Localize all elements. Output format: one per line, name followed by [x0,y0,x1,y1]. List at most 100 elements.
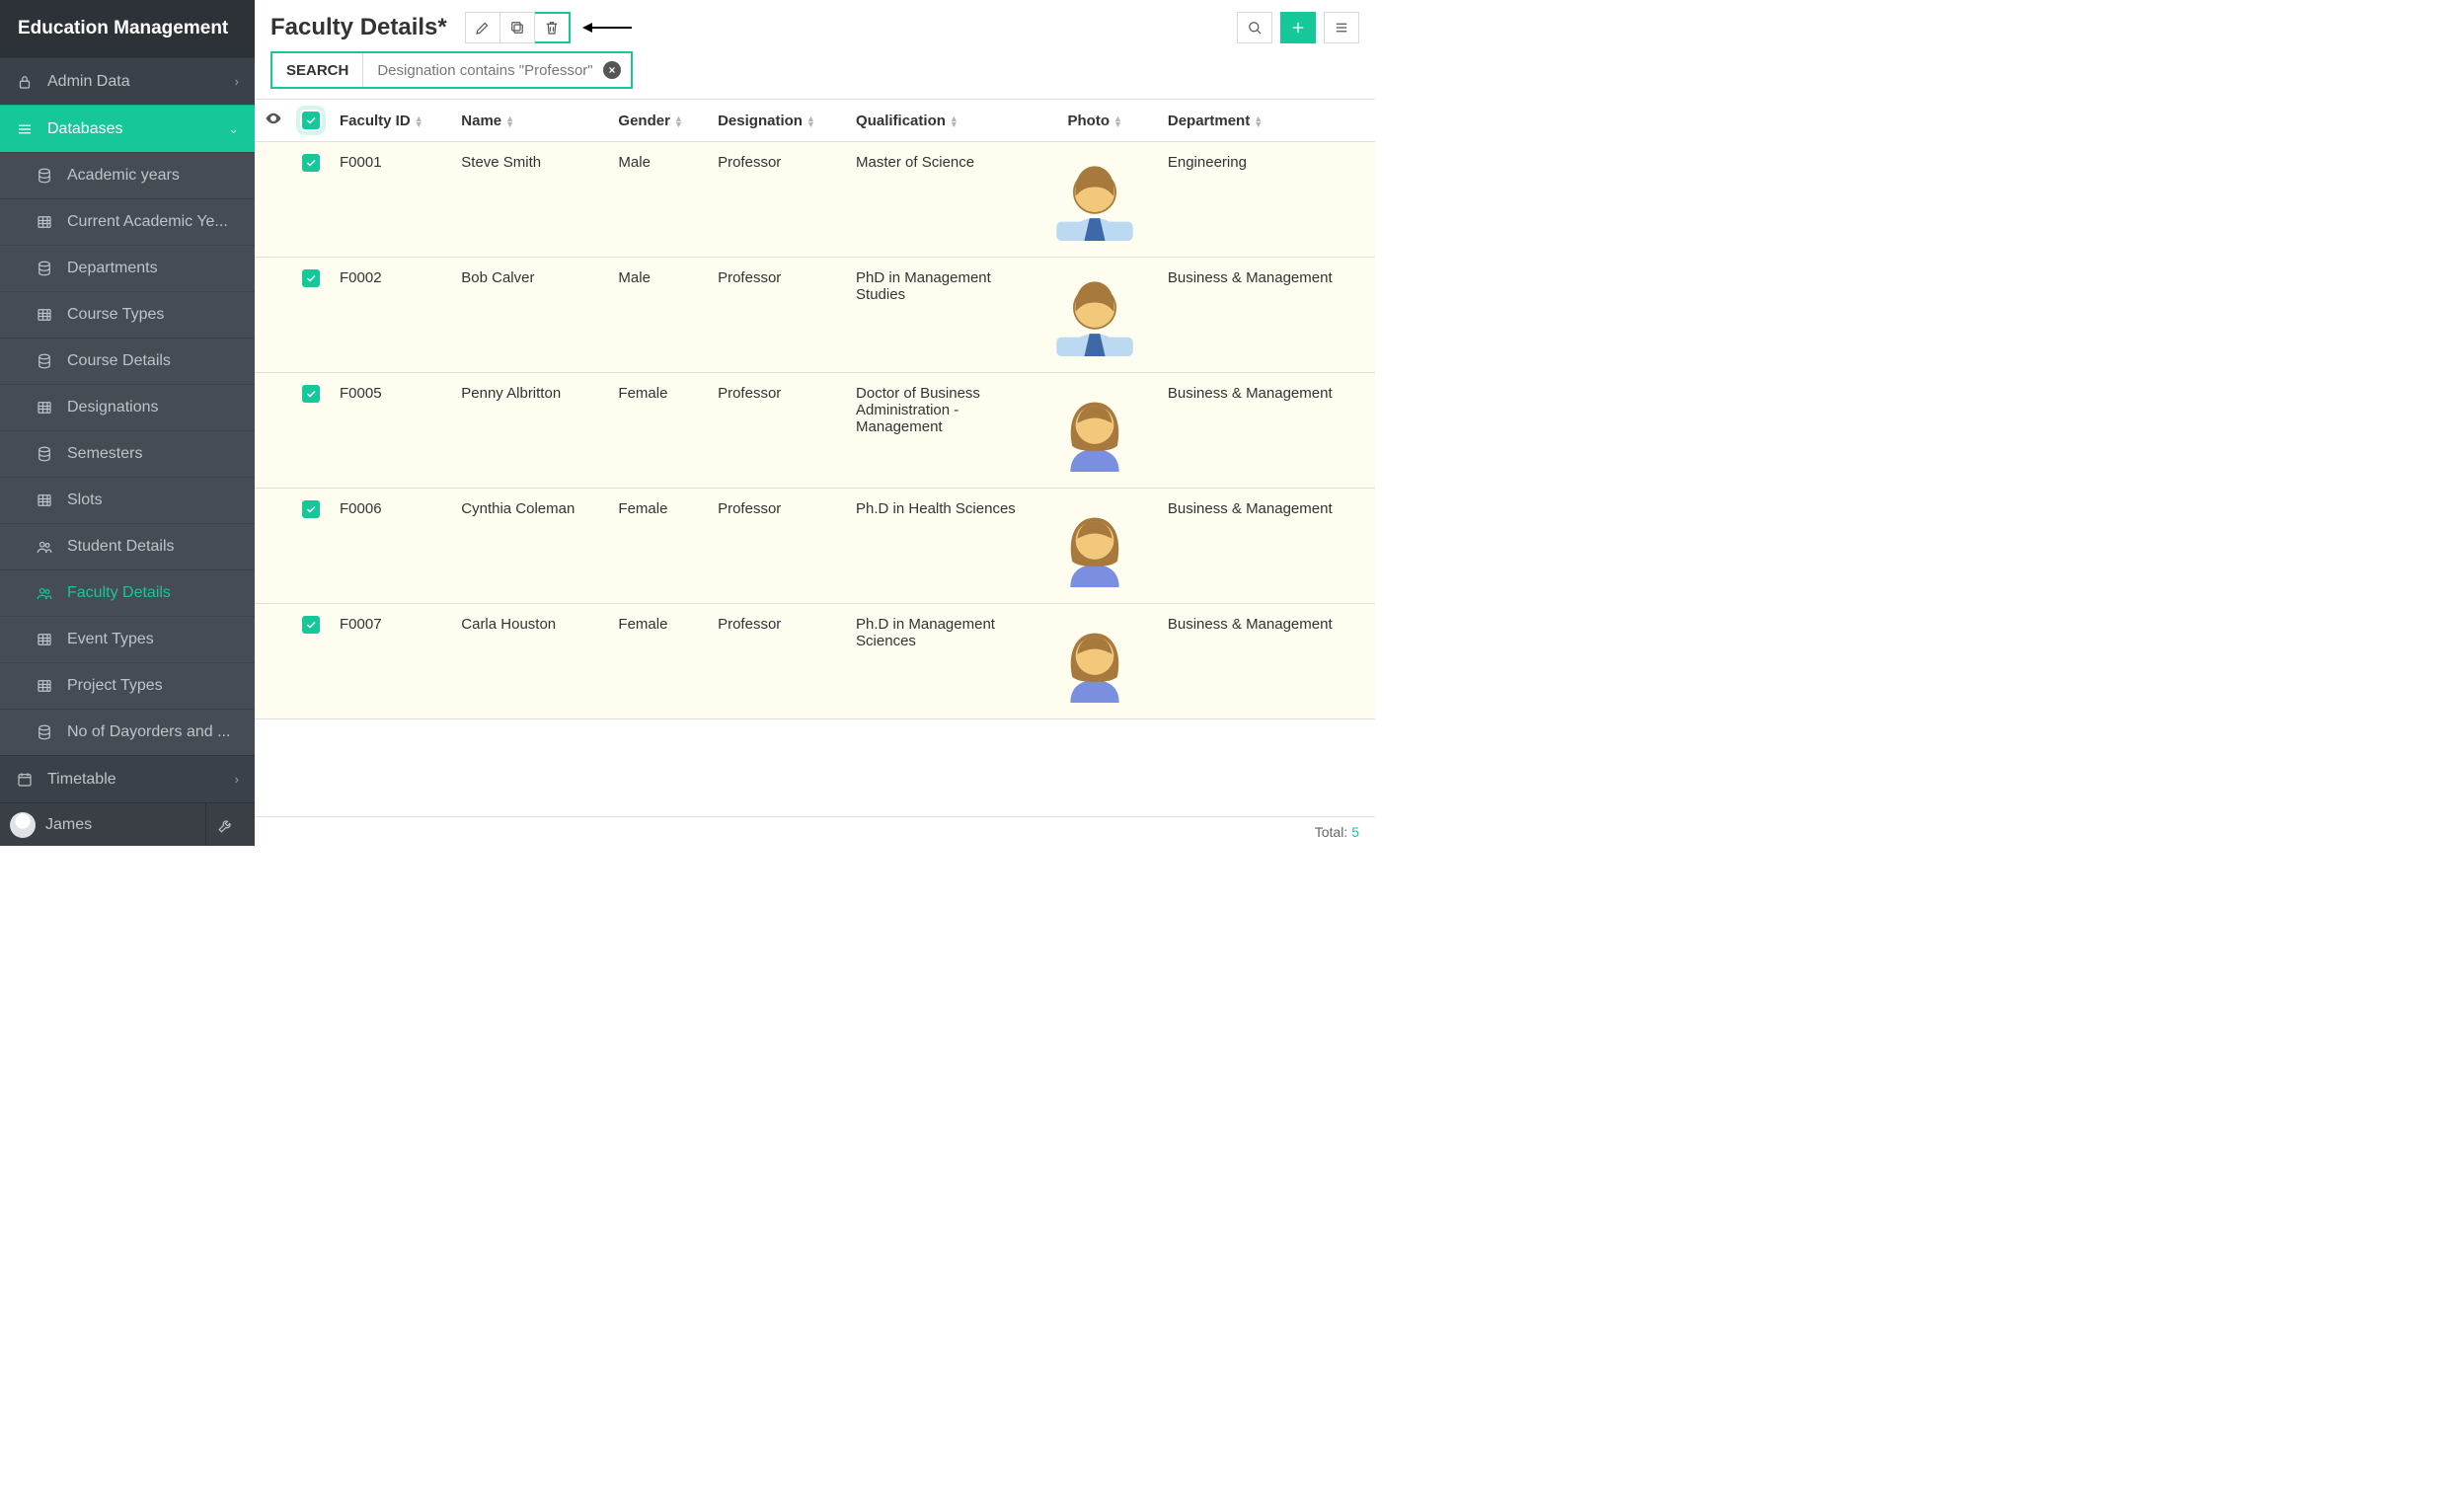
cell-name: Carla Houston [451,604,608,719]
select-all-header[interactable] [292,100,330,142]
column-header-department[interactable]: Department▲▼ [1158,100,1375,142]
cell-designation: Professor [708,258,846,373]
cell-gender: Male [608,142,708,258]
sidebar: Education Management Admin Data › Databa… [0,0,255,846]
sidebar-section-admin-data[interactable]: Admin Data › [0,57,255,105]
cell-faculty-id: F0002 [330,258,451,373]
column-header-gender[interactable]: Gender▲▼ [608,100,708,142]
table-icon [36,213,53,231]
db-icon [36,352,53,370]
sidebar-item-current-academic-ye[interactable]: Current Academic Ye... [0,198,255,245]
search-button[interactable] [1237,12,1272,43]
plus-icon [1289,19,1307,37]
column-header-qualification[interactable]: Qualification▲▼ [846,100,1033,142]
chevron-right-icon: › [235,74,239,89]
sidebar-item-semesters[interactable]: Semesters [0,430,255,477]
page-title: Faculty Details* [270,14,447,41]
title-action-group [465,12,571,43]
edit-button[interactable] [465,12,500,43]
sidebar-item-academic-years[interactable]: Academic years [0,152,255,198]
sidebar-item-label: Project Types [67,677,163,695]
cell-photo [1033,489,1158,604]
sort-icon: ▲▼ [415,115,423,127]
cell-department: Engineering [1158,142,1375,258]
table-row[interactable]: F0002Bob CalverMaleProfessorPhD in Manag… [255,258,1375,373]
sidebar-item-designations[interactable]: Designations [0,384,255,430]
cell-qualification: PhD in Management Studies [846,258,1033,373]
search-icon [1246,19,1264,37]
row-checkbox[interactable] [302,616,320,634]
db-icon [36,260,53,277]
user-avatar-icon[interactable] [10,812,36,838]
sort-icon: ▲▼ [505,115,514,127]
user-name[interactable]: James [45,816,195,834]
topbar: Faculty Details* [255,0,1375,51]
select-all-checkbox[interactable] [302,112,320,129]
clear-search-button[interactable] [603,61,621,79]
duplicate-button[interactable] [500,12,535,43]
sidebar-section-databases[interactable]: Databases ⌄ [0,105,255,152]
sidebar-item-slots[interactable]: Slots [0,477,255,523]
calendar-icon [16,771,34,789]
cell-department: Business & Management [1158,258,1375,373]
cell-name: Steve Smith [451,142,608,258]
row-checkbox[interactable] [302,154,320,172]
lock-icon [16,73,34,91]
chevron-down-icon: ⌄ [228,121,239,137]
sidebar-section-timetable[interactable]: Timetable › [0,755,255,802]
sidebar-item-no-of-dayorders-and[interactable]: No of Dayorders and ... [0,709,255,755]
table-row[interactable]: F0001Steve SmithMaleProfessorMaster of S… [255,142,1375,258]
column-header-designation[interactable]: Designation▲▼ [708,100,846,142]
sort-icon: ▲▼ [1113,115,1122,127]
callout-arrow-icon [582,20,632,36]
column-header-faculty-id[interactable]: Faculty ID▲▼ [330,100,451,142]
cell-faculty-id: F0005 [330,373,451,489]
sidebar-item-label: Slots [67,491,103,509]
row-checkbox[interactable] [302,385,320,403]
cell-designation: Professor [708,373,846,489]
cell-department: Business & Management [1158,489,1375,604]
sidebar-item-course-types[interactable]: Course Types [0,291,255,338]
sidebar-item-label: Course Types [67,306,164,324]
menu-icon [16,120,34,138]
table-row[interactable]: F0005Penny AlbrittonFemaleProfessorDocto… [255,373,1375,489]
active-search-filter[interactable]: SEARCH Designation contains "Professor" [270,51,633,89]
sidebar-item-label: Course Details [67,352,171,370]
sidebar-item-project-types[interactable]: Project Types [0,662,255,709]
db-icon [36,723,53,741]
table-icon [36,677,53,695]
settings-wrench-button[interactable] [205,803,245,846]
column-header-photo[interactable]: Photo▲▼ [1033,100,1158,142]
sidebar-item-student-details[interactable]: Student Details [0,523,255,569]
table-row[interactable]: F0006Cynthia ColemanFemaleProfessorPh.D … [255,489,1375,604]
faculty-table: Faculty ID▲▼ Name▲▼ Gender▲▼ Designation… [255,99,1375,719]
sidebar-item-faculty-details[interactable]: Faculty Details [0,569,255,616]
row-checkbox[interactable] [302,500,320,518]
sidebar-item-course-details[interactable]: Course Details [0,338,255,384]
cell-designation: Professor [708,142,846,258]
sidebar-item-label: No of Dayorders and ... [67,723,230,741]
cell-qualification: Doctor of Business Administration - Mana… [846,373,1033,489]
cell-photo [1033,258,1158,373]
column-visibility[interactable] [255,100,292,142]
cell-name: Penny Albritton [451,373,608,489]
more-menu-button[interactable] [1324,12,1359,43]
table-row[interactable]: F0007Carla HoustonFemaleProfessorPh.D in… [255,604,1375,719]
sidebar-item-label: Student Details [67,538,175,556]
cell-name: Cynthia Coleman [451,489,608,604]
app-title: Education Management [0,0,255,57]
sidebar-section-label: Admin Data [47,73,130,91]
delete-button[interactable] [535,12,571,43]
chevron-right-icon: › [235,772,239,787]
table-icon [36,631,53,648]
sidebar-item-event-types[interactable]: Event Types [0,616,255,662]
cell-designation: Professor [708,489,846,604]
sidebar-item-departments[interactable]: Departments [0,245,255,291]
add-record-button[interactable] [1280,12,1316,43]
column-header-name[interactable]: Name▲▼ [451,100,608,142]
cell-photo [1033,373,1158,489]
row-checkbox[interactable] [302,269,320,287]
table-wrap[interactable]: Faculty ID▲▼ Name▲▼ Gender▲▼ Designation… [255,99,1375,816]
pencil-icon [474,19,492,37]
sidebar-item-label: Academic years [67,167,180,185]
